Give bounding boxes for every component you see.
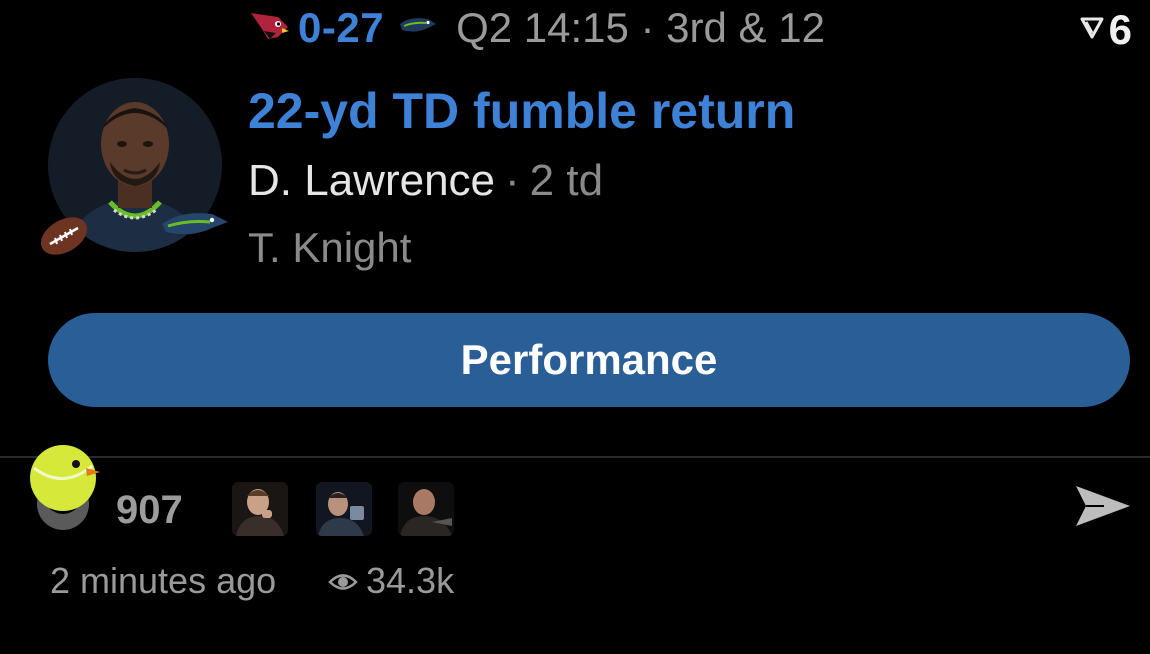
- cardinals-logo-icon: [248, 9, 290, 48]
- football-icon: [38, 210, 90, 267]
- reaction-total[interactable]: 907: [116, 488, 183, 533]
- timestamp: 2 minutes ago: [50, 560, 277, 601]
- view-count: 34.3k: [328, 560, 454, 602]
- game-clock: Q2 14:15 · 3rd & 12: [456, 4, 825, 51]
- separator: ·: [505, 156, 520, 205]
- send-icon[interactable]: [1074, 482, 1132, 535]
- eye-icon: [328, 560, 358, 602]
- performance-button[interactable]: Performance: [48, 313, 1130, 407]
- play-title[interactable]: 22-yd TD fumble return: [248, 82, 795, 140]
- view-count-value: 34.3k: [366, 560, 455, 601]
- reactor-avatar-3[interactable]: [398, 482, 454, 536]
- seahawks-badge-icon: [160, 208, 230, 249]
- tennis-ball-bird-icon[interactable]: [30, 442, 104, 543]
- player-name[interactable]: D. Lawrence: [248, 156, 495, 205]
- secondary-player-name[interactable]: T. Knight: [248, 224, 411, 272]
- reaction-count-icon: [1079, 14, 1105, 47]
- game-score: 0-27: [298, 4, 385, 51]
- player-stat: 2 td: [529, 156, 604, 205]
- player-line: D. Lawrence · 2 td: [248, 156, 603, 206]
- reaction-counter[interactable]: 6: [1079, 6, 1132, 54]
- reaction-count: 6: [1108, 6, 1132, 53]
- score-bar: 0-27 Q2 14:15 · 3rd & 12: [248, 4, 825, 52]
- divider: [0, 456, 1150, 458]
- seahawks-logo-icon: [398, 14, 438, 43]
- reactor-avatar-2[interactable]: [316, 482, 372, 536]
- reactor-avatar-1[interactable]: [232, 482, 288, 536]
